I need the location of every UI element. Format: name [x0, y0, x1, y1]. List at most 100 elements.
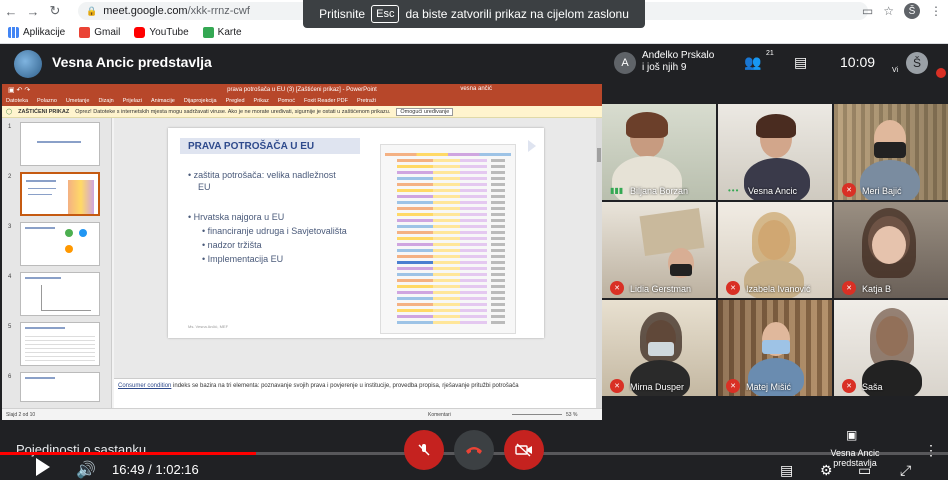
- table-row: [397, 243, 487, 246]
- self-label: Vi: [892, 67, 899, 74]
- chrome-toolbar: ▭ ☆ Š ⋮: [862, 2, 942, 20]
- slide-table-image: [380, 144, 516, 334]
- scroll-thumb: [597, 148, 601, 162]
- url-path: /xkk-rrnz-cwf: [187, 5, 250, 17]
- participant-tile[interactable]: ✕ Mirna Dusper: [602, 300, 716, 396]
- participants-line2: i još njih 9: [642, 62, 687, 73]
- table-value: [491, 237, 505, 240]
- ppt-tab: Umetanje: [65, 98, 90, 104]
- table-row: [397, 165, 487, 168]
- bookmark-apps[interactable]: Aplikacije: [8, 27, 65, 38]
- ppt-tab: Pomoć: [277, 98, 295, 104]
- arrow-right-icon[interactable]: →: [22, 0, 44, 22]
- play-icon[interactable]: [36, 458, 50, 476]
- bottom-controls: Pojedinosti o sastanku ▣ Vesna Ancic pre…: [0, 420, 948, 480]
- mic-off-icon: [418, 444, 430, 456]
- participant-tile[interactable]: ✕ Meri Bajić: [834, 104, 948, 200]
- participant-name: Meri Bajić: [862, 186, 902, 196]
- ppt-tab: Dizajn: [98, 98, 114, 104]
- table-row: [397, 183, 487, 186]
- gmail-icon: [79, 27, 91, 38]
- bookmark-maps[interactable]: Karte: [202, 27, 242, 38]
- more-options-icon[interactable]: ⋮: [924, 442, 938, 459]
- shield-icon: ◯: [6, 108, 13, 115]
- present-screen-icon[interactable]: ▣: [846, 428, 857, 442]
- participant-tile[interactable]: ✕ Matej Mišić: [718, 300, 832, 396]
- table-value: [491, 255, 505, 258]
- thumb-preview: [20, 172, 100, 216]
- miniplayer-icon[interactable]: ▭: [858, 462, 871, 479]
- protected-view-bar: ◯ ZAŠTIĆENI PRIKAZ Oprez! Datoteke s int…: [2, 106, 602, 118]
- thumb-number: 4: [8, 274, 12, 280]
- ppt-status-bar: Slajd 2 od 10 Komentari 53 %: [2, 408, 602, 420]
- thumb-preview: [20, 272, 100, 316]
- participants-line1: Anđelko Prskalo: [642, 50, 715, 61]
- esc-key: Esc: [371, 5, 400, 23]
- participant-tile[interactable]: ▮▮▮ Biljana Borzan: [602, 104, 716, 200]
- table-value: [491, 309, 505, 312]
- hang-up-button[interactable]: [454, 430, 494, 470]
- camera-toggle-button[interactable]: [504, 430, 544, 470]
- mic-off-icon: ✕: [610, 379, 624, 393]
- volume-icon[interactable]: 🔊: [76, 460, 96, 480]
- protected-view-label: ZAŠTIĆENI PRIKAZ: [18, 108, 70, 115]
- fullscreen-exit-icon[interactable]: ⤢: [900, 462, 911, 479]
- table-value: [491, 315, 505, 318]
- clock: 10:09: [840, 54, 876, 70]
- bookmark-youtube[interactable]: YouTube: [134, 27, 189, 38]
- menu-dots-icon[interactable]: ⋮: [930, 4, 942, 18]
- mic-off-icon: ✕: [726, 379, 740, 393]
- table-value: [491, 213, 505, 216]
- profile-avatar[interactable]: Š: [904, 3, 920, 19]
- ppt-window-title: prava potrošača u EU (3) [Zaštićeni prik…: [227, 87, 377, 93]
- ppt-ribbon-tabs: Datoteka Polazno Umetanje Dizajn Prijela…: [2, 96, 602, 106]
- participant-tile[interactable]: ••• Vesna Ancic: [718, 104, 832, 200]
- table-value: [491, 291, 505, 294]
- thumb-preview: [20, 372, 100, 402]
- table-value: [491, 249, 505, 252]
- participant-tile[interactable]: ✕ Izabela Ivanović: [718, 202, 832, 298]
- table-value: [491, 195, 505, 198]
- table-row: [397, 225, 487, 228]
- star-icon[interactable]: ☆: [883, 4, 894, 18]
- participants-summary[interactable]: Anđelko Prskalo i još njih 9: [642, 50, 714, 74]
- mic-off-icon: ✕: [842, 281, 856, 295]
- arrow-left-icon[interactable]: ←: [0, 0, 22, 22]
- participant-name: Lidia Gerstman: [630, 284, 692, 294]
- participant-name: Saša: [862, 382, 883, 392]
- thumb-preview: [20, 322, 100, 366]
- slide-subbullet: • Implementacija EU: [202, 254, 284, 264]
- reload-icon[interactable]: ↻: [44, 0, 66, 22]
- participant-tile[interactable]: ✕ Saša: [834, 300, 948, 396]
- table-row: [397, 159, 487, 162]
- slide-thumb: 1: [6, 122, 106, 168]
- slide-thumb: 4: [6, 272, 106, 318]
- chat-icon[interactable]: ▤: [794, 54, 807, 71]
- table-row: [397, 315, 487, 318]
- participant-tile[interactable]: ✕ Lidia Gerstman: [602, 202, 716, 298]
- table-value: [491, 273, 505, 276]
- subtitles-icon[interactable]: ▤: [780, 462, 793, 479]
- settings-gear-icon[interactable]: ⚙: [820, 462, 833, 479]
- mic-toggle-button[interactable]: [404, 430, 444, 470]
- mic-off-icon: ✕: [726, 281, 740, 295]
- slide-thumbnails: 1 2 3 4 5 6: [2, 118, 112, 408]
- ppt-tab: Pregled: [225, 98, 245, 104]
- notes-link: Consumer condition: [118, 383, 172, 389]
- table-row: [397, 219, 487, 222]
- table-legend: [385, 153, 511, 156]
- cast-icon[interactable]: ▭: [862, 4, 873, 18]
- table-value: [491, 189, 505, 192]
- ppt-tab: Animacije: [151, 98, 175, 104]
- bookmark-gmail[interactable]: Gmail: [79, 27, 120, 38]
- slide-thumb: 3: [6, 222, 106, 268]
- slide-bullet: • Hrvatska najgora u EU: [188, 212, 285, 222]
- table-value: [491, 165, 505, 168]
- video-progress-fill: [0, 452, 256, 455]
- people-icon[interactable]: 👥: [744, 54, 761, 71]
- participant-tile[interactable]: ✕ Katja B: [834, 202, 948, 298]
- ppt-body: 1 2 3 4 5 6 PRAVA POTROŠAČA U EU • zašti…: [2, 118, 602, 408]
- participant-name: Biljana Borzan: [630, 186, 689, 196]
- shared-powerpoint: ▣ ↶ ↷ prava potrošača u EU (3) [Zaštićen…: [2, 84, 602, 420]
- table-row: [397, 207, 487, 210]
